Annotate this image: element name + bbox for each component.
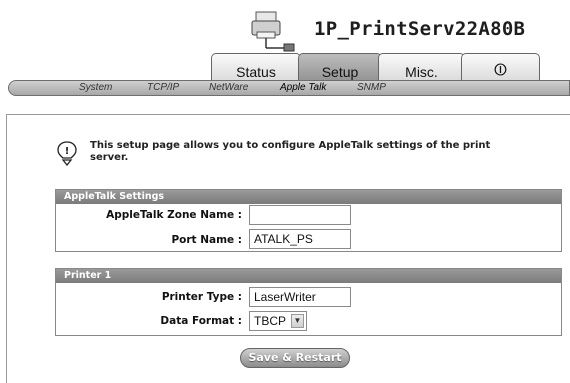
subnav-netware[interactable]: NetWare [209,82,248,93]
subnav-system[interactable]: System [79,82,112,93]
printer-network-icon [251,11,295,52]
data-format-select[interactable]: TBCP ▼ [249,311,307,331]
subnav-appletalk[interactable]: Apple Talk [280,82,326,93]
chevron-down-icon: ▼ [291,314,304,328]
section-title: Printer 1 [56,269,561,283]
info-bulb-icon: ! [57,141,77,166]
device-title: 1P_PrintServ22A80B [314,18,526,40]
header: 1P_PrintServ22A80B [0,0,570,60]
data-format-label: Data Format : [160,315,242,327]
data-format-value: TBCP [254,314,287,328]
subnav-snmp[interactable]: SNMP [357,82,386,93]
save-restart-button[interactable]: Save & Restart [240,348,350,368]
printer-type-input[interactable]: LaserWriter [249,287,351,307]
zone-name-label: AppleTalk Zone Name : [106,209,242,221]
section-title: AppleTalk Settings [56,190,561,204]
port-name-input[interactable]: ATALK_PS [249,229,351,249]
port-name-label: Port Name : [171,234,242,246]
svg-text:!: ! [65,146,70,157]
zone-name-input[interactable] [249,205,351,225]
printer-type-label: Printer Type : [161,291,242,303]
info-message: This setup page allows you to configure … [90,140,491,163]
subnav-tcpip[interactable]: TCP/IP [147,82,179,93]
sub-navigation: System TCP/IP NetWare Apple Talk SNMP [8,80,570,96]
power-icon: ⏼ [494,62,507,79]
